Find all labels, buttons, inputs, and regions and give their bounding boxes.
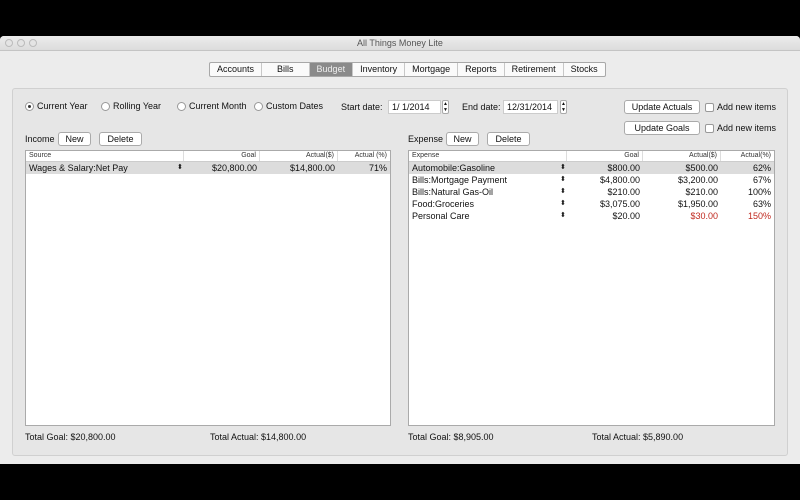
column-header-source[interactable]: Source (26, 151, 184, 161)
radio-rolling-year[interactable]: Rolling Year (101, 101, 161, 111)
radio-icon (177, 101, 186, 111)
radio-label: Current Month (189, 101, 247, 111)
radio-label: Current Year (37, 101, 88, 111)
expense-delete-button[interactable]: Delete (487, 132, 530, 146)
expense-new-button[interactable]: New (446, 132, 479, 146)
cell-expense: Food:Groceries (412, 199, 475, 209)
cell-expense: Bills:Natural Gas-Oil (412, 187, 494, 197)
update-goals-button[interactable]: Update Goals (624, 121, 700, 135)
column-header-actual[interactable]: Actual($) (260, 151, 338, 161)
end-date-label: End date: (462, 102, 501, 112)
tab-bar: Accounts Bills Budget Inventory Mortgage… (209, 62, 606, 77)
cell-pct: 100% (747, 187, 771, 197)
start-date-stepper[interactable]: ▲ ▼ (442, 100, 449, 114)
table-row[interactable]: Bills:Mortgage Payment ⬍ $4,800.00 $3,20… (409, 174, 774, 186)
sort-arrows-icon[interactable]: ⬍ (557, 174, 567, 186)
cell-goal: $210.00 (607, 187, 640, 197)
sort-arrows-icon[interactable]: ⬍ (557, 162, 567, 174)
start-date-field[interactable]: 1/ 1/2014 (388, 100, 441, 114)
income-total-actual: Total Actual: $14,800.00 (210, 432, 307, 442)
expense-label: Expense (408, 134, 444, 144)
income-table[interactable]: Source Goal Actual($) Actual (%) Wages &… (25, 150, 391, 426)
table-row[interactable]: Wages & Salary:Net Pay ⬍ $20,800.00 $14,… (26, 162, 390, 174)
radio-label: Rolling Year (113, 101, 162, 111)
cell-actual: $1,950.00 (677, 199, 718, 209)
cell-expense: Personal Care (412, 211, 470, 221)
tab-mortgage[interactable]: Mortgage (405, 63, 459, 76)
cell-pct: 62% (752, 163, 771, 173)
income-label: Income (25, 134, 55, 144)
cell-source: Wages & Salary:Net Pay (29, 163, 128, 173)
table-row[interactable]: Food:Groceries ⬍ $3,075.00 $1,950.00 63% (409, 198, 774, 210)
cell-actual: $30.00 (690, 211, 718, 221)
expense-total-goal: Total Goal: $8,905.00 (408, 432, 494, 442)
table-row[interactable]: Personal Care ⬍ $20.00 $30.00 150% (409, 210, 774, 222)
radio-label: Custom Dates (266, 101, 324, 111)
cell-goal: $20,800.00 (211, 163, 257, 173)
cell-actual: $500.00 (685, 163, 718, 173)
tab-accounts[interactable]: Accounts (210, 63, 263, 76)
cell-expense: Automobile:Gasoline (412, 163, 496, 173)
title-bar: All Things Money Lite (0, 36, 800, 51)
end-date-stepper[interactable]: ▲ ▼ (560, 100, 567, 114)
radio-icon (254, 101, 263, 111)
column-header-actual-pct[interactable]: Actual(%) (721, 151, 774, 161)
update-actuals-button[interactable]: Update Actuals (624, 100, 700, 114)
cell-pct: 63% (752, 199, 771, 209)
start-date-label: Start date: (341, 102, 383, 112)
cell-pct: 71% (368, 163, 387, 173)
tab-stocks[interactable]: Stocks (564, 63, 605, 76)
sort-arrows-icon[interactable]: ⬍ (557, 198, 567, 210)
column-header-actual[interactable]: Actual($) (643, 151, 721, 161)
minimize-button[interactable] (17, 39, 25, 47)
checkbox-label: Add new items (717, 123, 777, 133)
table-row[interactable]: Bills:Natural Gas-Oil ⬍ $210.00 $210.00 … (409, 186, 774, 198)
end-date-field[interactable]: 12/31/2014 (503, 100, 558, 114)
column-header-goal[interactable]: Goal (567, 151, 643, 161)
cell-actual: $14,800.00 (289, 163, 335, 173)
tab-budget[interactable]: Budget (309, 63, 354, 76)
add-new-items-goals-checkbox[interactable] (705, 124, 714, 133)
add-new-items-actuals-checkbox[interactable] (705, 103, 714, 112)
cell-actual: $3,200.00 (677, 175, 718, 185)
radio-custom-dates[interactable]: Custom Dates (254, 101, 323, 111)
radio-selected-icon (25, 101, 34, 111)
cell-goal: $4,800.00 (599, 175, 640, 185)
column-header-goal[interactable]: Goal (184, 151, 260, 161)
cell-goal: $3,075.00 (599, 199, 640, 209)
table-header: Source Goal Actual($) Actual (%) (26, 151, 390, 162)
income-total-goal: Total Goal: $20,800.00 (25, 432, 116, 442)
cell-pct: 67% (752, 175, 771, 185)
table-row[interactable]: Automobile:Gasoline ⬍ $800.00 $500.00 62… (409, 162, 774, 174)
tab-bills[interactable]: Bills (262, 63, 310, 76)
radio-icon (101, 101, 110, 111)
window-title: All Things Money Lite (357, 38, 443, 48)
radio-current-month[interactable]: Current Month (177, 101, 247, 111)
expense-total-actual: Total Actual: $5,890.00 (592, 432, 684, 442)
checkbox-label: Add new items (717, 102, 777, 112)
tab-inventory[interactable]: Inventory (353, 63, 406, 76)
column-header-expense[interactable]: Expense (409, 151, 567, 161)
cell-goal: $800.00 (607, 163, 640, 173)
expense-table[interactable]: Expense Goal Actual($) Actual(%) Automob… (408, 150, 775, 426)
cell-actual: $210.00 (685, 187, 718, 197)
tab-retirement[interactable]: Retirement (505, 63, 564, 76)
tab-reports[interactable]: Reports (458, 63, 505, 76)
income-delete-button[interactable]: Delete (99, 132, 142, 146)
income-new-button[interactable]: New (58, 132, 91, 146)
sort-arrows-icon[interactable]: ⬍ (174, 162, 184, 174)
cell-goal: $20.00 (612, 211, 640, 221)
zoom-button[interactable] (29, 39, 37, 47)
sort-arrows-icon[interactable]: ⬍ (557, 186, 567, 198)
sort-arrows-icon[interactable]: ⬍ (557, 210, 567, 222)
table-header: Expense Goal Actual($) Actual(%) (409, 151, 774, 162)
close-button[interactable] (5, 39, 13, 47)
cell-expense: Bills:Mortgage Payment (412, 175, 508, 185)
cell-pct: 150% (747, 211, 771, 221)
radio-current-year[interactable]: Current Year (25, 101, 88, 111)
app-window: All Things Money Lite Accounts Bills Bud… (0, 36, 800, 464)
column-header-actual-pct[interactable]: Actual (%) (338, 151, 390, 161)
